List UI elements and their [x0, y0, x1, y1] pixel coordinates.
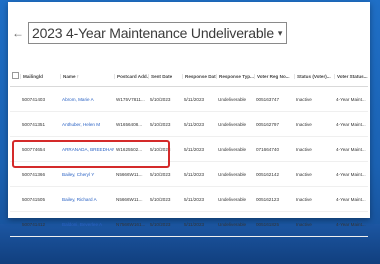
table-cell: 500741412	[22, 221, 45, 227]
table-cell: 5/11/2023	[184, 96, 205, 102]
view-header: ← 2023 4-Year Maintenance Undeliverable …	[10, 22, 288, 44]
table-cell: Undeliverable	[218, 221, 247, 227]
table-cell: 5/11/2023	[184, 121, 205, 127]
grid-header: Mailingld Name ↑ Postcard Add... Sent Da…	[10, 66, 368, 87]
column-header[interactable]: Postcard Add...	[114, 73, 148, 79]
table-row[interactable]: 500741351 Anthuber, Helen M W1656408... …	[10, 112, 368, 137]
table-cell: 4-Year Maint...	[336, 121, 366, 127]
table-row[interactable]: 500741505 Bailey, Richard A N5666W11... …	[10, 187, 368, 212]
table-cell: Inactive	[296, 121, 312, 127]
column-header[interactable]: Sent Date	[148, 73, 182, 79]
table-cell: 5/10/2023	[150, 121, 171, 127]
name-link[interactable]: Bailey, Cheryl Y	[60, 172, 114, 177]
table-cell: 500741366	[22, 171, 45, 177]
table-cell: 5/11/2023	[184, 221, 205, 227]
table-cell: Inactive	[296, 146, 312, 152]
table-cell: 005162797	[256, 121, 279, 127]
table-cell: 4-Year Maint...	[336, 221, 366, 227]
column-header[interactable]: Response Dat...	[182, 73, 216, 79]
table-cell: 5/10/2023	[150, 96, 171, 102]
name-link[interactable]: Anthuber, Helen M	[60, 122, 114, 127]
table-cell: 005162123	[256, 196, 279, 202]
select-all-checkbox[interactable]	[10, 72, 20, 80]
table-cell: 5/11/2023	[184, 196, 205, 202]
table-row[interactable]: 500741403 Abrom, Marie A W175V7811... 5/…	[10, 87, 368, 112]
chevron-down-icon: ▾	[277, 27, 283, 38]
table-cell: 500741351	[22, 121, 45, 127]
table-cell: 4-Year Maint...	[336, 171, 366, 177]
table-cell: 005162142	[256, 171, 279, 177]
view-title: 2023 4-Year Maintenance Undeliverable	[32, 25, 274, 41]
back-arrow-icon[interactable]: ←	[10, 26, 26, 40]
table-cell: 005163747	[256, 96, 279, 102]
table-cell: Undeliverable	[218, 171, 247, 177]
table-cell: N5666W11...	[116, 171, 143, 177]
records-window: ← 2023 4-Year Maintenance Undeliverable …	[8, 2, 370, 237]
table-cell: Inactive	[296, 196, 312, 202]
table-cell: 4-Year Maint...	[336, 146, 366, 152]
table-cell: 5/11/2023	[184, 146, 205, 152]
view-selector[interactable]: 2023 4-Year Maintenance Undeliverable ▾	[28, 22, 288, 44]
table-cell: 5/10/2023	[150, 196, 171, 202]
table-cell: Inactive	[296, 96, 312, 102]
table-cell: 5/10/2023	[150, 221, 171, 227]
column-header[interactable]: Name ↑	[60, 73, 114, 79]
table-cell: 5/11/2023	[184, 171, 205, 177]
column-header[interactable]: Mailingld	[20, 73, 60, 79]
table-cell: 005161825	[256, 221, 279, 227]
column-header[interactable]: Status (Voter)...	[294, 73, 334, 79]
name-link[interactable]: Bailey, Richard A	[60, 197, 114, 202]
table-cell: 500741505	[22, 196, 45, 202]
column-header[interactable]: Voter Reg No...	[254, 73, 294, 79]
highlight-annotation	[12, 140, 170, 168]
table-cell: 5/10/2023	[150, 171, 171, 177]
table-cell: 071664740	[256, 146, 279, 152]
table-cell: Undeliverable	[218, 196, 247, 202]
table-cell: W1656408...	[116, 121, 143, 127]
table-cell: N5666W11...	[116, 196, 143, 202]
table-cell: Undeliverable	[218, 96, 247, 102]
table-cell: W175V7811...	[116, 96, 145, 102]
table-cell: Inactive	[296, 171, 312, 177]
table-cell: Undeliverable	[218, 121, 247, 127]
table-cell: 4-Year Maint...	[336, 196, 366, 202]
name-link[interactable]: Baldoni, Beverlee A	[60, 222, 114, 227]
name-link[interactable]: Abrom, Marie A	[60, 97, 114, 102]
table-cell: 500741403	[22, 96, 45, 102]
column-header[interactable]: Response Typ...	[216, 73, 254, 79]
table-cell: 4-Year Maint...	[336, 96, 366, 102]
table-row[interactable]: 500741412 Baldoni, Beverlee A N7566W161.…	[10, 212, 368, 237]
table-cell: Undeliverable	[218, 146, 247, 152]
column-header[interactable]: Voter Status...	[334, 73, 368, 79]
table-cell: N7566W161...	[116, 221, 146, 227]
table-cell: Inactive	[296, 221, 312, 227]
